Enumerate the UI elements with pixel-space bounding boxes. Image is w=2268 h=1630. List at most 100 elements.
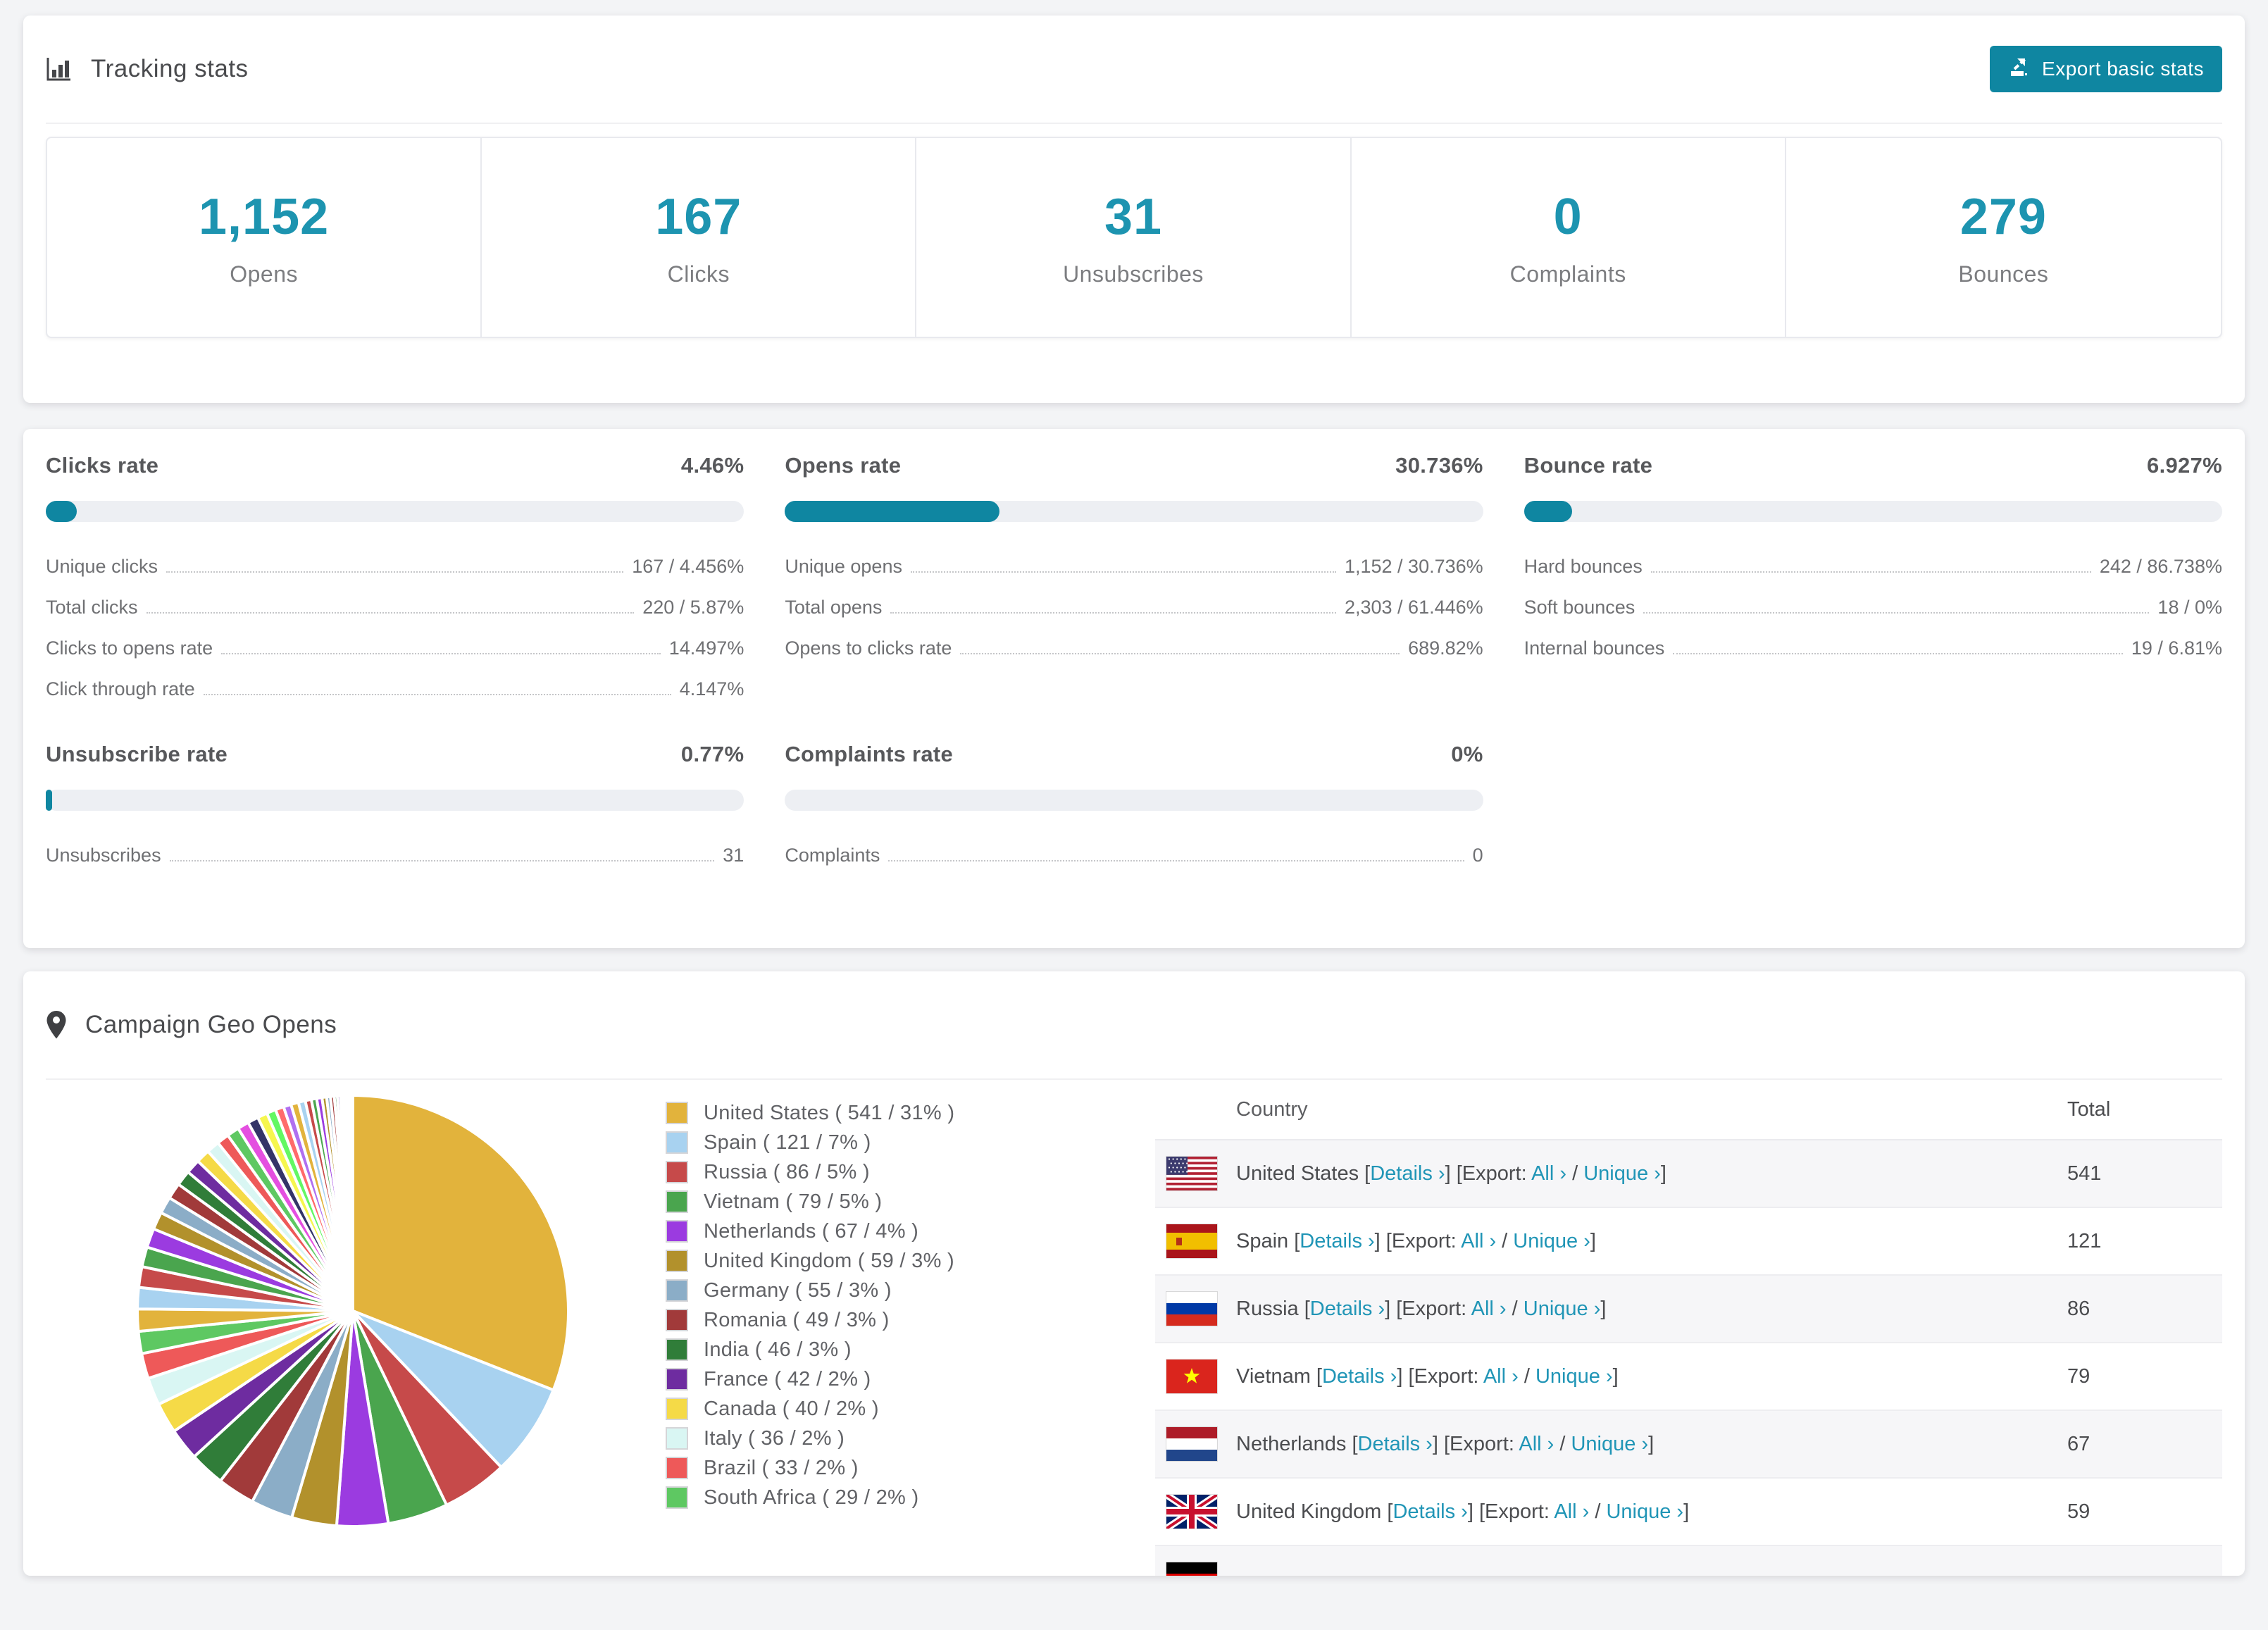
rate-block-complaints-rate: Complaints rate 0% Complaints 0	[785, 742, 1483, 876]
dotted-leader	[960, 653, 1400, 654]
rate-block-bounce-rate: Bounce rate 6.927% Hard bounces 242 / 86.73…	[1524, 453, 2222, 709]
legend-item-united-states[interactable]: United States ( 541 / 31% )	[666, 1098, 954, 1128]
export-all-link-vietnam[interactable]: All ›	[1483, 1365, 1519, 1388]
rate-progress-track	[1524, 501, 2222, 522]
details-link-netherlands[interactable]: Details ›	[1358, 1433, 1433, 1455]
geo-card-title: Campaign Geo Opens	[46, 1010, 337, 1040]
rate-row-value: 220 / 5.87%	[642, 596, 744, 618]
legend-swatch-india	[666, 1338, 688, 1361]
flag-vn-icon	[1166, 1360, 1217, 1393]
rate-row-label: Unique opens	[785, 555, 902, 577]
legend-item-vietnam[interactable]: Vietnam ( 79 / 5% )	[666, 1187, 954, 1217]
flag-ru-icon	[1166, 1292, 1217, 1326]
dotted-leader	[890, 612, 1336, 614]
export-all-link-united-kingdom[interactable]: All ›	[1554, 1500, 1589, 1523]
total-column-header: Total	[2067, 1097, 2111, 1121]
legend-swatch-vietnam	[666, 1190, 688, 1213]
geo-section-title: Campaign Geo Opens	[85, 1011, 337, 1038]
legend-item-india[interactable]: India ( 46 / 3% )	[666, 1335, 954, 1364]
rate-progress-fill	[785, 501, 1000, 522]
export-unique-link-russia[interactable]: Unique ›	[1524, 1298, 1601, 1320]
export-unique-link-netherlands[interactable]: Unique ›	[1571, 1433, 1648, 1455]
legend-item-united-kingdom[interactable]: United Kingdom ( 59 / 3% )	[666, 1246, 954, 1276]
flag-gb-icon	[1166, 1495, 1217, 1529]
rate-block-opens-rate: Opens rate 30.736% Unique opens 1,152 / 30.…	[785, 453, 1483, 709]
legend-item-south-africa[interactable]: South Africa ( 29 / 2% )	[666, 1483, 954, 1512]
legend-item-france[interactable]: France ( 42 / 2% )	[666, 1364, 954, 1394]
stat-label-unsubscribes: Unsubscribes	[1063, 261, 1204, 287]
export-basic-stats-button[interactable]: Export basic stats	[1990, 46, 2222, 92]
legend-item-spain[interactable]: Spain ( 121 / 7% )	[666, 1128, 954, 1157]
legend-label-romania: Romania ( 49 / 3% )	[704, 1308, 890, 1331]
rate-rows: Complaints 0	[785, 835, 1483, 876]
legend-label-south-africa: South Africa ( 29 / 2% )	[704, 1486, 919, 1509]
total-cell-united-kingdom: 59	[2067, 1500, 2091, 1523]
legend-item-netherlands[interactable]: Netherlands ( 67 / 4% )	[666, 1217, 954, 1246]
legend-item-canada[interactable]: Canada ( 40 / 2% )	[666, 1394, 954, 1424]
legend-swatch-south-africa	[666, 1486, 688, 1509]
geo-table-header-row: Country Total	[1155, 1080, 2222, 1140]
details-link-vietnam[interactable]: Details ›	[1322, 1365, 1397, 1388]
rate-row-clicks-to-opens-rate: Clicks to opens rate 14.497%	[46, 628, 744, 668]
rate-row-label: Total opens	[785, 596, 883, 618]
dotted-leader	[221, 653, 661, 654]
country-cell: Vietnam [Details ›] [Export: All › / Uni…	[1236, 1364, 1619, 1388]
export-all-link-netherlands[interactable]: All ›	[1519, 1433, 1554, 1455]
rate-row-hard-bounces: Hard bounces 242 / 86.738%	[1524, 546, 2222, 587]
dotted-leader	[1673, 653, 2123, 654]
geo-table-row-partial	[1155, 1546, 2222, 1576]
rate-row-opens-to-clicks-rate: Opens to clicks rate 689.82%	[785, 628, 1483, 668]
rate-block-unsubscribe-rate: Unsubscribe rate 0.77% Unsubscribes 31	[46, 742, 744, 876]
rate-rows: Unique clicks 167 / 4.456% Total clicks 220…	[46, 546, 744, 709]
country-cell: Netherlands [Details ›] [Export: All › /…	[1236, 1432, 1655, 1455]
legend-item-italy[interactable]: Italy ( 36 / 2% )	[666, 1424, 954, 1453]
rate-row-label: Clicks to opens rate	[46, 637, 213, 659]
flag-nl-icon	[1166, 1427, 1217, 1461]
stat-value-opens: 1,152	[199, 188, 330, 245]
rate-row-label: Soft bounces	[1524, 596, 1635, 618]
country-cell: United States [Details ›] [Export: All ›…	[1236, 1162, 1666, 1185]
legend-item-germany[interactable]: Germany ( 55 / 3% )	[666, 1276, 954, 1305]
rate-progress-track	[785, 790, 1483, 811]
geo-table-row-united-kingdom: United Kingdom [Details ›] [Export: All …	[1155, 1479, 2222, 1546]
details-link-russia[interactable]: Details ›	[1310, 1298, 1385, 1320]
export-unique-link-spain[interactable]: Unique ›	[1513, 1230, 1590, 1252]
rate-row-value: 1,152 / 30.736%	[1344, 555, 1483, 577]
legend-item-brazil[interactable]: Brazil ( 33 / 2% )	[666, 1453, 954, 1483]
details-link-united-kingdom[interactable]: Details ›	[1392, 1500, 1467, 1523]
rate-row-total-clicks: Total clicks 220 / 5.87%	[46, 587, 744, 628]
rate-row-label: Click through rate	[46, 678, 195, 699]
legend-label-united-kingdom: United Kingdom ( 59 / 3% )	[704, 1249, 954, 1272]
page-title: Tracking stats	[91, 55, 249, 82]
legend-item-russia[interactable]: Russia ( 86 / 5% )	[666, 1157, 954, 1187]
legend-swatch-italy	[666, 1427, 688, 1450]
export-unique-link-vietnam[interactable]: Unique ›	[1535, 1365, 1613, 1388]
tracking-stats-card: Tracking stats Export basic stats 1,152 O…	[23, 15, 2245, 403]
rate-row-label: Total clicks	[46, 596, 138, 618]
legend-label-india: India ( 46 / 3% )	[704, 1338, 852, 1361]
rate-row-complaints: Complaints 0	[785, 835, 1483, 876]
rate-progress-fill	[46, 501, 77, 522]
campaign-geo-opens-card: Campaign Geo Opens United States ( 541 /…	[23, 971, 2245, 1576]
pie-slice-other-39	[350, 1093, 354, 1312]
country-cell: Spain [Details ›] [Export: All › / Uniqu…	[1236, 1229, 1596, 1252]
details-link-spain[interactable]: Details ›	[1300, 1230, 1374, 1252]
legend-swatch-spain	[666, 1131, 688, 1154]
geo-card-header: Campaign Geo Opens	[46, 971, 2222, 1080]
rate-rows: Unique opens 1,152 / 30.736% Total opens 2,…	[785, 546, 1483, 668]
rate-head-bounce-rate: Bounce rate 6.927%	[1524, 453, 2222, 478]
export-unique-link-united-states[interactable]: Unique ›	[1583, 1162, 1661, 1185]
export-unique-link-united-kingdom[interactable]: Unique ›	[1606, 1500, 1683, 1523]
stat-cell-unsubscribes: 31 Unsubscribes	[916, 138, 1352, 337]
details-link-united-states[interactable]: Details ›	[1370, 1162, 1445, 1185]
rate-title: Clicks rate	[46, 453, 159, 478]
legend-item-romania[interactable]: Romania ( 49 / 3% )	[666, 1305, 954, 1335]
rate-title: Unsubscribe rate	[46, 742, 228, 766]
total-cell-vietnam: 79	[2067, 1364, 2091, 1388]
export-all-link-russia[interactable]: All ›	[1471, 1298, 1507, 1320]
legend-swatch-russia	[666, 1161, 688, 1183]
stat-cell-bounces: 279 Bounces	[1786, 138, 2221, 337]
export-all-link-united-states[interactable]: All ›	[1531, 1162, 1566, 1185]
export-all-link-spain[interactable]: All ›	[1461, 1230, 1496, 1252]
dotted-leader	[166, 571, 624, 573]
